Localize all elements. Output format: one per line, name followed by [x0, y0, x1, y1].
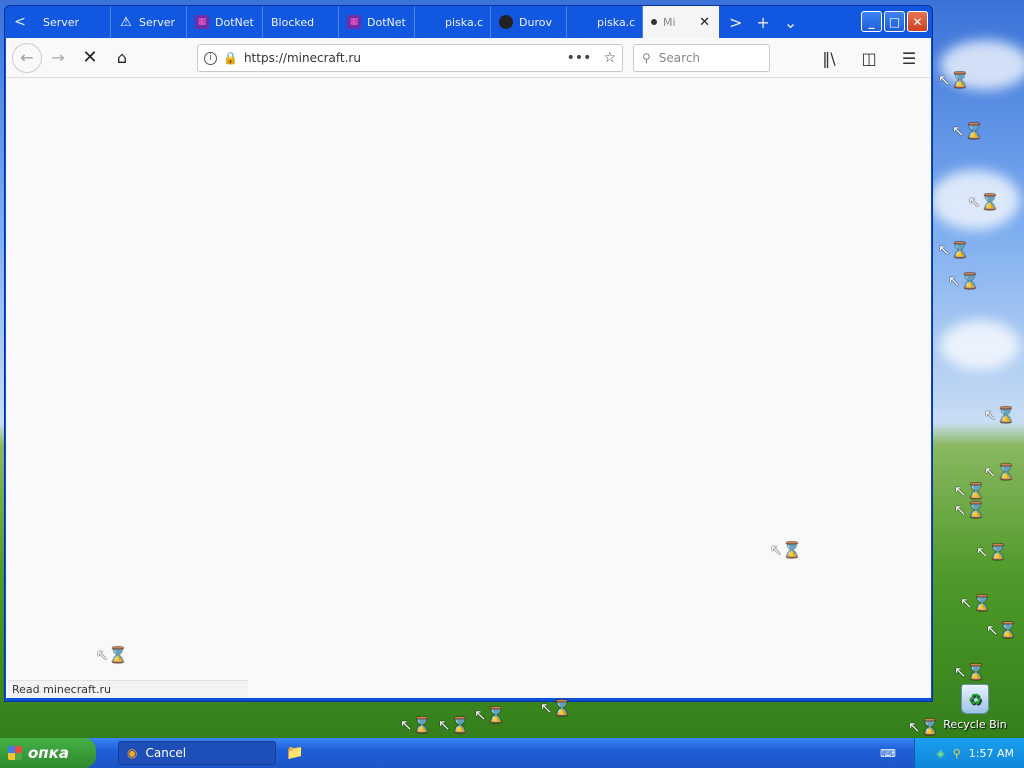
tab-label: Server [43, 15, 80, 29]
dotnet-icon: ▦ [195, 15, 209, 29]
taskbar-item-label: Cancel [145, 746, 187, 760]
busy-cursor-icon: ↖⌛ [986, 621, 1018, 639]
tab-piska-2[interactable]: piska.c [567, 6, 643, 38]
busy-cursor-icon: ↖⌛ [540, 699, 572, 717]
durov-icon [499, 15, 513, 29]
busy-cursor-icon: ↖⌛ [968, 193, 1000, 211]
new-tab-icon[interactable]: + [756, 13, 769, 32]
nav-toolbar: ← → ✕ ⌂ i 🔒 https://minecraft.ru ••• ☆ ⚲… [6, 38, 931, 78]
search-tray-icon[interactable]: ⚲ [953, 747, 961, 760]
tabs-scroll-right-icon[interactable]: > [729, 13, 742, 32]
status-bar: Read minecraft.ru [8, 680, 248, 698]
busy-cursor-icon: ↖⌛ [908, 718, 940, 736]
tab-label: Durov [519, 15, 552, 29]
tab-label: Server [139, 15, 176, 29]
tab-active[interactable]: Mi ✕ [643, 6, 719, 38]
page-content[interactable]: Read minecraft.ru [6, 78, 931, 698]
busy-cursor-icon: ↖⌛ [984, 406, 1016, 424]
clock[interactable]: 1:57 AM [969, 747, 1014, 760]
tab-label: Blocked [271, 15, 315, 29]
keyboard-icon[interactable]: ⌨ [880, 747, 896, 760]
close-button[interactable]: ✕ [907, 11, 928, 32]
windows-logo-icon [8, 746, 22, 760]
search-icon: ⚲ [642, 51, 651, 65]
busy-cursor-icon: ↖⌛ [400, 716, 432, 734]
busy-cursor-icon: ↖⌛ [954, 663, 986, 681]
busy-cursor-icon: ↖⌛ [770, 541, 802, 559]
tab-label: piska.c [445, 15, 484, 29]
tab-blocked[interactable]: Blocked [263, 6, 339, 38]
tab-label: Mi [663, 15, 676, 29]
loading-dot-icon [651, 19, 657, 25]
tab-server-2[interactable]: ⚠ Server [111, 6, 187, 38]
url-text[interactable]: https://minecraft.ru [244, 51, 361, 65]
maximize-button[interactable]: □ [884, 11, 905, 32]
taskbar: опка ◉ Cancel 📁 ⌨ ◈ ⚲ 1:57 AM [0, 738, 1024, 768]
busy-cursor-icon: ↖⌛ [976, 543, 1008, 561]
url-actions: ••• ☆ [567, 50, 616, 66]
tab-tools: > + ⌄ [719, 6, 797, 38]
browser-window: < Server ⚠ Server ▦ DotNet Blocked ▦ Dot… [4, 5, 933, 702]
page-actions-icon[interactable]: ••• [567, 50, 592, 66]
busy-cursor-icon: ↖⌛ [938, 241, 970, 259]
recycle-bin[interactable]: ♻ Recycle Bin [942, 684, 1008, 731]
right-toolbar: ‖\ ◫ ☰ [813, 42, 925, 74]
search-placeholder: Search [658, 51, 701, 65]
tab-server-1[interactable]: Server [35, 6, 111, 38]
forward-button[interactable]: → [42, 42, 74, 74]
tab-dotnet-2[interactable]: ▦ DotNet [339, 6, 415, 38]
url-bar[interactable]: i 🔒 https://minecraft.ru ••• ☆ [197, 44, 623, 72]
tab-label: piska.c [597, 15, 636, 29]
busy-cursor-icon: ↖⌛ [952, 122, 984, 140]
busy-cursor-icon: ↖⌛ [948, 272, 980, 290]
taskbar-item-cancel[interactable]: ◉ Cancel [118, 741, 276, 765]
cloud [940, 320, 1020, 370]
recycle-bin-label: Recycle Bin [943, 718, 1007, 731]
busy-cursor-icon: ↖⌛ [984, 463, 1016, 481]
start-label: опка [28, 744, 69, 762]
start-button[interactable]: опка [0, 738, 96, 768]
search-input[interactable]: ⚲ Search [633, 44, 770, 72]
tabs-scroll-left-icon[interactable]: < [5, 6, 35, 38]
bookmark-star-icon[interactable]: ☆ [603, 50, 616, 66]
library-icon[interactable]: ‖\ [813, 42, 845, 74]
busy-cursor-icon: ↖⌛ [96, 646, 128, 664]
dotnet-icon: ▦ [347, 15, 361, 29]
tab-dotnet-1[interactable]: ▦ DotNet [187, 6, 263, 38]
busy-cursor-icon: ↖⌛ [954, 482, 986, 500]
back-button[interactable]: ← [12, 42, 42, 73]
menu-icon[interactable]: ☰ [893, 42, 925, 74]
busy-cursor-icon: ↖⌛ [954, 501, 986, 519]
stop-button[interactable]: ✕ [74, 42, 106, 74]
tab-piska-1[interactable]: piska.c [415, 6, 491, 38]
warning-icon: ⚠ [120, 14, 132, 30]
minimize-button[interactable]: _ [861, 11, 882, 32]
folder-icon: 📁 [286, 745, 304, 761]
info-icon[interactable]: i [204, 51, 217, 65]
recycle-bin-icon: ♻ [961, 684, 989, 714]
tab-durov[interactable]: Durov [491, 6, 567, 38]
system-tray: ◈ ⚲ 1:57 AM [914, 738, 1024, 768]
sidebar-icon[interactable]: ◫ [853, 42, 885, 74]
network-icon[interactable]: ◈ [936, 747, 944, 760]
tab-list-chevron-icon[interactable]: ⌄ [784, 13, 797, 32]
tab-label: DotNet [215, 15, 254, 29]
window-controls: _ □ ✕ [861, 11, 928, 32]
lock-icon: 🔒 [223, 51, 238, 65]
firefox-icon: ◉ [127, 746, 138, 760]
busy-cursor-icon: ↖⌛ [474, 706, 506, 724]
busy-cursor-icon: ↖⌛ [960, 594, 992, 612]
tab-close-icon[interactable]: ✕ [699, 15, 710, 30]
busy-cursor-icon: ↖⌛ [438, 716, 470, 734]
taskbar-item-folder[interactable]: 📁 [284, 741, 306, 765]
home-button[interactable]: ⌂ [106, 42, 138, 74]
busy-cursor-icon: ↖⌛ [938, 71, 970, 89]
tab-strip: < Server ⚠ Server ▦ DotNet Blocked ▦ Dot… [5, 6, 932, 38]
tab-label: DotNet [367, 15, 406, 29]
